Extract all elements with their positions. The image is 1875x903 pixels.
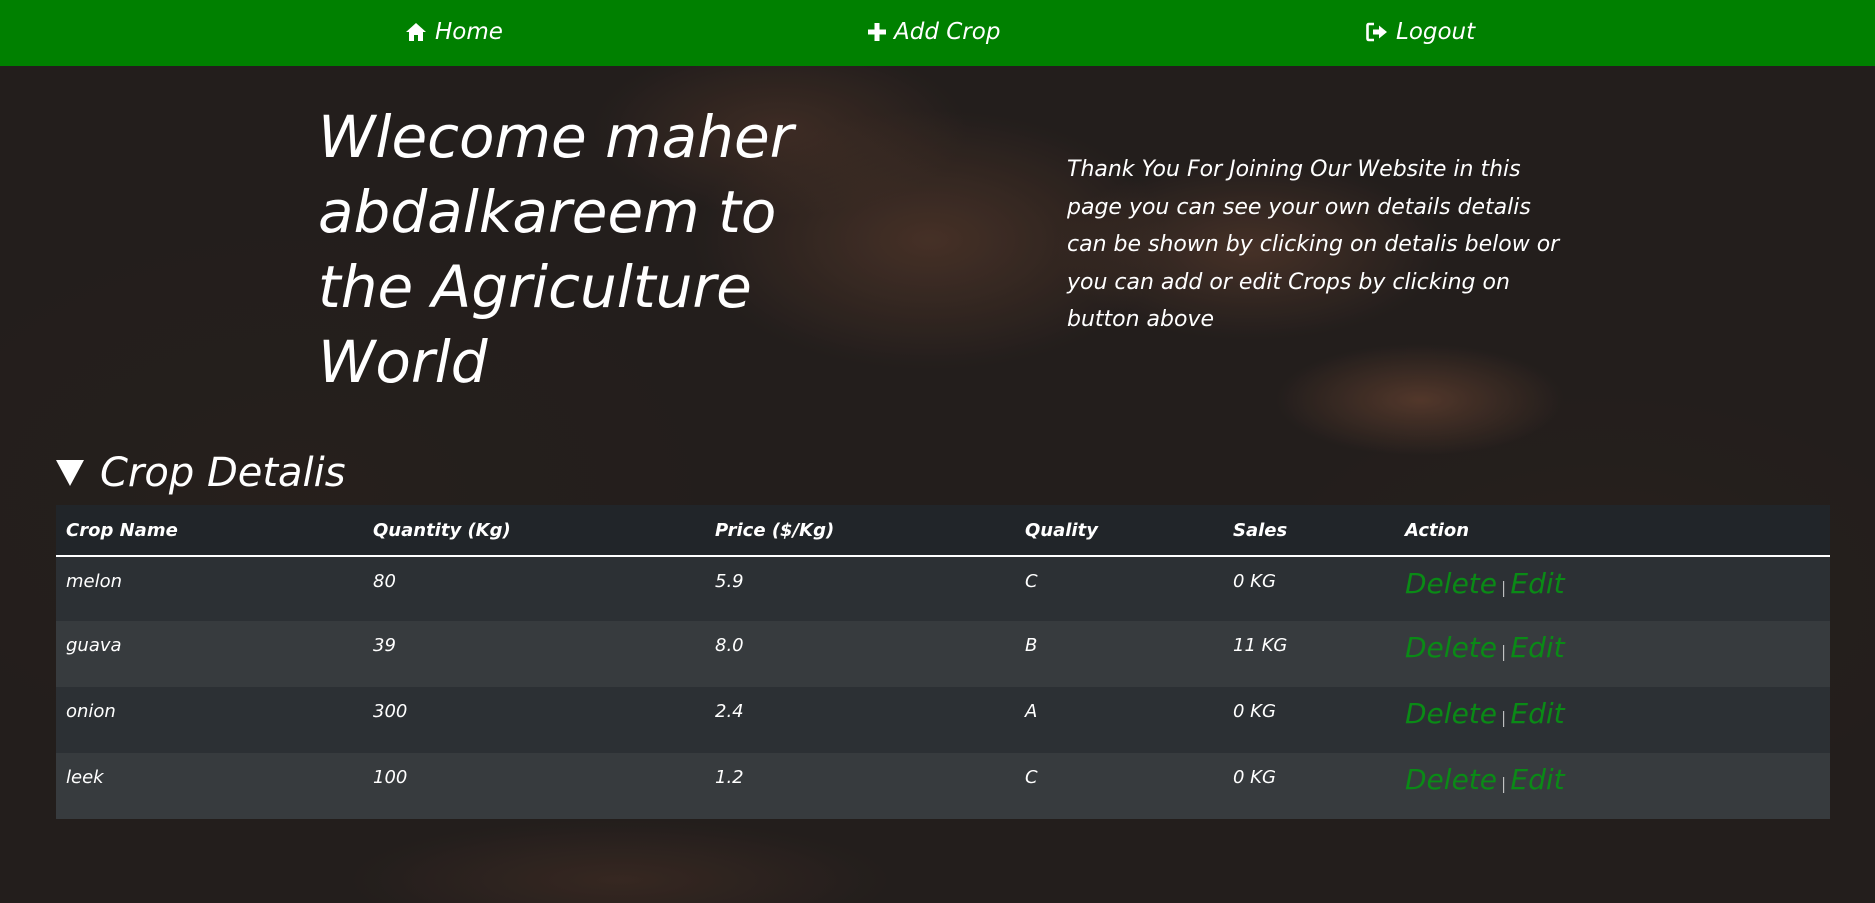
edit-link[interactable]: Edit — [1510, 697, 1564, 730]
nav-home-label: Home — [435, 19, 503, 45]
cell-price: 5.9 — [705, 556, 1015, 621]
crop-details-label: Crop Detalis — [100, 450, 346, 496]
crop-details-toggle[interactable]: Crop Detalis — [56, 448, 346, 498]
cell-quality: B — [1015, 621, 1223, 687]
action-separator: | — [1501, 578, 1507, 597]
cell-quality: C — [1015, 556, 1223, 621]
cell-price: 2.4 — [705, 687, 1015, 753]
header-action: Action — [1395, 505, 1830, 557]
header-crop-name: Crop Name — [56, 505, 363, 557]
nav-logout-link[interactable]: Logout — [1366, 15, 1475, 49]
action-separator: | — [1501, 774, 1507, 793]
delete-link[interactable]: Delete — [1405, 567, 1497, 600]
cell-quantity: 80 — [363, 556, 705, 621]
cell-sales: 11 KG — [1223, 621, 1395, 687]
header-sales: Sales — [1223, 505, 1395, 557]
cell-price: 1.2 — [705, 753, 1015, 819]
plus-icon — [868, 23, 886, 41]
cell-action: Delete | Edit — [1395, 753, 1830, 819]
cell-quality: C — [1015, 753, 1223, 819]
header-quality: Quality — [1015, 505, 1223, 557]
edit-link[interactable]: Edit — [1510, 567, 1564, 600]
table-row: onion 300 2.4 A 0 KG Delete | Edit — [56, 687, 1830, 753]
cell-quantity: 100 — [363, 753, 705, 819]
cell-quantity: 300 — [363, 687, 705, 753]
cell-price: 8.0 — [705, 621, 1015, 687]
home-icon — [405, 22, 427, 42]
sign-out-icon — [1366, 22, 1388, 42]
top-navbar: Home Add Crop Logout — [0, 0, 1875, 66]
intro-text: Thank You For Joining Our Website in thi… — [1067, 157, 1560, 332]
nav-add-crop-label: Add Crop — [894, 19, 1001, 45]
delete-link[interactable]: Delete — [1405, 631, 1497, 664]
cell-crop-name: melon — [56, 556, 363, 621]
welcome-heading: Wlecome maher abdalkareem to the Agricul… — [318, 103, 794, 396]
delete-link[interactable]: Delete — [1405, 763, 1497, 796]
action-separator: | — [1501, 642, 1507, 661]
nav-home-link[interactable]: Home — [405, 15, 503, 49]
cell-sales: 0 KG — [1223, 556, 1395, 621]
cell-action: Delete | Edit — [1395, 556, 1830, 621]
table-header-row: Crop Name Quantity (Kg) Price ($/Kg) Qua… — [56, 505, 1830, 557]
nav-logout-label: Logout — [1396, 19, 1476, 45]
header-price: Price ($/Kg) — [705, 505, 1015, 557]
cell-action: Delete | Edit — [1395, 621, 1830, 687]
header-quantity: Quantity (Kg) — [363, 505, 705, 557]
table-row: guava 39 8.0 B 11 KG Delete | Edit — [56, 621, 1830, 687]
delete-link[interactable]: Delete — [1405, 697, 1497, 730]
triangle-down-icon — [56, 460, 84, 486]
cell-quantity: 39 — [363, 621, 705, 687]
cell-crop-name: leek — [56, 753, 363, 819]
crop-table: Crop Name Quantity (Kg) Price ($/Kg) Qua… — [56, 505, 1830, 819]
cell-quality: A — [1015, 687, 1223, 753]
edit-link[interactable]: Edit — [1510, 763, 1564, 796]
cell-crop-name: onion — [56, 687, 363, 753]
nav-add-crop-link[interactable]: Add Crop — [868, 15, 1000, 49]
edit-link[interactable]: Edit — [1510, 631, 1564, 664]
table-row: leek 100 1.2 C 0 KG Delete | Edit — [56, 753, 1830, 819]
table-row: melon 80 5.9 C 0 KG Delete | Edit — [56, 556, 1830, 621]
cell-sales: 0 KG — [1223, 687, 1395, 753]
cell-action: Delete | Edit — [1395, 687, 1830, 753]
cell-sales: 0 KG — [1223, 753, 1395, 819]
cell-crop-name: guava — [56, 621, 363, 687]
action-separator: | — [1501, 708, 1507, 727]
